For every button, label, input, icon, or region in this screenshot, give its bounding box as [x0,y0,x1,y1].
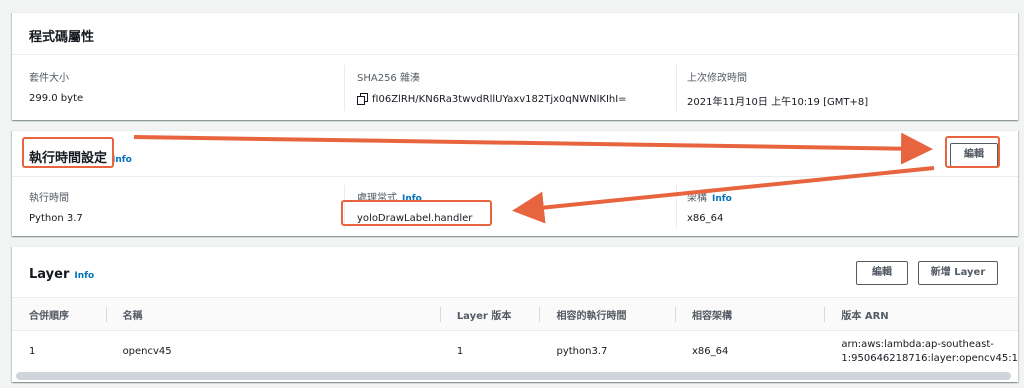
layers-table: 合併順序 名稱 Layer 版本 相容的執行時間 相容架構 版本 ARN 1 o… [12,297,1018,373]
layer-header: Layer Info 編輯 新增 Layer [12,247,1018,297]
table-row: 1 opencv45 1 python3.7 x86_64 arn:aws:la… [12,331,1018,373]
column-header[interactable]: 相容架構 [675,297,825,331]
version-arn-cell: arn:aws:lambda:ap-southeast- 1:9506462187… [824,331,1018,373]
annotation-box-title [22,137,114,168]
column-header-label: 名稱 [122,310,143,322]
sha256-value: fI06ZlRH/KN6Ra3twvdRllUYaxv182Tjx0qNWNlK… [372,94,627,105]
copy-icon[interactable] [357,93,368,105]
compatible-arch-cell: x86_64 [692,346,729,358]
column-header-label: Layer 版本 [456,310,512,322]
sha256-field: SHA256 雜湊 fI06ZlRH/KN6Ra3twvdRllUYaxv182… [357,69,627,105]
package-size-label: 套件大小 [29,73,69,84]
architecture-label-row: 架構 Info [687,189,732,204]
runtime-settings-info-link[interactable]: Info [112,155,132,165]
layer-title-text: Layer [29,267,70,282]
arn-line-1: arn:aws:lambda:ap-southeast- [841,338,994,350]
column-header[interactable]: 相容的執行時間 [539,297,676,331]
column-header[interactable]: Layer 版本 [439,297,540,331]
architecture-field: 架構 Info x86_64 [687,189,732,224]
architecture-label: 架構 [687,193,707,204]
horizontal-scrollbar[interactable] [16,372,1011,380]
column-header-label: 版本 ARN [841,310,889,322]
annotation-box-handler [341,200,492,226]
compatible-runtimes-cell: python3.7 [556,346,608,358]
sha256-label: SHA256 雜湊 [357,73,420,84]
column-header-label: 相容架構 [692,310,733,322]
runtime-value: Python 3.7 [29,213,83,224]
last-modified-label: 上次修改時間 [687,73,747,84]
architecture-info-link[interactable]: Info [712,194,732,204]
annotation-box-edit [945,136,1000,168]
runtime-settings-header: 執行時間設定 Info 編輯 [12,131,1018,177]
code-properties-title: 程式碼屬性 [29,30,95,45]
runtime-label: 執行時間 [29,193,69,204]
architecture-value: x86_64 [687,213,724,224]
runtime-settings-panel: 執行時間設定 Info 編輯 執行時間 Python 3.7 處理常式 Info y… [12,130,1018,236]
last-modified-value: 2021年11月10日 上午10:19 [GMT+8] [687,97,869,108]
last-modified-field: 上次修改時間 2021年11月10日 上午10:19 [GMT+8] [687,69,868,108]
layer-edit-button[interactable]: 編輯 [856,261,908,285]
column-header[interactable]: 版本 ARN [824,297,1018,331]
package-size-field: 套件大小 299.0 byte [29,69,83,104]
layer-info-link[interactable]: Info [74,271,94,281]
code-properties-panel: 程式碼屬性 套件大小 299.0 byte SHA256 雜湊 fI06ZlRH… [12,12,1018,120]
arn-line-2: 1:950646218716:layer:opencv45:1 [841,352,1018,364]
column-header[interactable]: 合併順序 [12,297,106,331]
package-size-value: 299.0 byte [29,93,84,104]
sha256-value-row: fI06ZlRH/KN6Ra3twvdRllUYaxv182Tjx0qNWNlK… [357,93,627,105]
runtime-field: 執行時間 Python 3.7 [29,189,83,224]
column-header-label: 相容的執行時間 [556,310,627,322]
layer-version-cell: 1 [456,346,464,358]
layer-panel: Layer Info 編輯 新增 Layer 合併順序 名稱 Layer 版本 相… [12,246,1018,382]
add-layer-button[interactable]: 新增 Layer [918,261,998,285]
layer-name-cell: opencv45 [122,346,172,358]
code-properties-header: 程式碼屬性 [12,13,1018,55]
layer-title: Layer Info [29,267,94,282]
merge-order-cell: 1 [29,346,36,358]
table-header-row: 合併順序 名稱 Layer 版本 相容的執行時間 相容架構 版本 ARN [12,297,1018,331]
column-header[interactable]: 名稱 [105,297,440,331]
